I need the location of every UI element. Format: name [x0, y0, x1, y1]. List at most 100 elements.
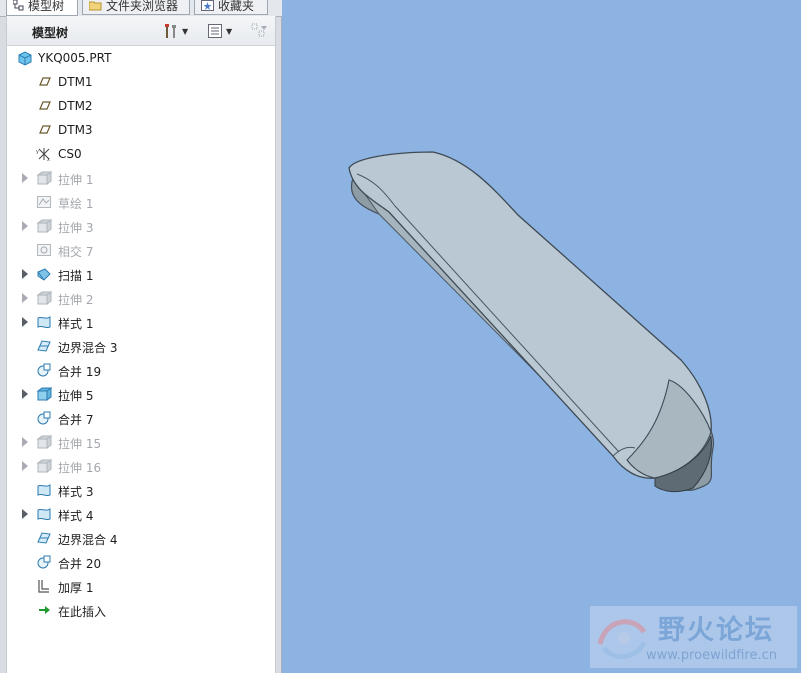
- tab-label: 收藏夹: [218, 0, 255, 13]
- show-options-button[interactable]: ▼: [207, 22, 232, 40]
- tree-item[interactable]: 拉伸 16: [7, 454, 275, 478]
- extrude-icon: [36, 171, 52, 185]
- navigator-tabs: 模型树 文件夹浏览器 收藏夹: [0, 0, 282, 17]
- tree-item[interactable]: 合并 7: [7, 406, 275, 430]
- tree-item[interactable]: 相交 7: [7, 238, 275, 262]
- expand-arrow-icon[interactable]: [22, 221, 28, 231]
- chevron-down-icon: ▼: [182, 26, 189, 36]
- tree-item-label: 边界混合 3: [58, 341, 118, 355]
- extrude-icon: [36, 219, 52, 233]
- insert-here-icon: [39, 606, 50, 614]
- tab-label: 文件夹浏览器: [106, 0, 179, 13]
- tree-item[interactable]: 样式 1: [7, 310, 275, 334]
- show-options-icon: [208, 24, 222, 38]
- watermark: 野火论坛 www.proewildfire.cn: [590, 606, 797, 668]
- watermark-title: 野火论坛: [658, 615, 774, 646]
- graphics-viewport[interactable]: [283, 0, 801, 673]
- tree-root[interactable]: YKQ005.PRT: [7, 46, 275, 70]
- tree-item[interactable]: 合并 19: [7, 358, 275, 382]
- tree-item-label: 样式 1: [58, 317, 94, 331]
- watermark-url: www.proewildfire.cn: [646, 648, 777, 663]
- expand-arrow-icon[interactable]: [22, 317, 28, 327]
- tree-item[interactable]: 拉伸 1: [7, 166, 275, 190]
- favorites-icon: [201, 0, 214, 11]
- expand-arrow-icon[interactable]: [22, 173, 28, 183]
- chevron-down-icon: ▼: [226, 26, 233, 36]
- tab-label: 模型树: [28, 0, 65, 13]
- expand-arrow-icon[interactable]: [22, 293, 28, 303]
- tab-model-tree[interactable]: 模型树: [6, 0, 78, 16]
- boundary-blend-icon: [37, 532, 51, 544]
- tree-item[interactable]: 合并 20: [7, 550, 275, 574]
- tree-item[interactable]: DTM2: [7, 94, 275, 118]
- sweep-icon: [37, 268, 51, 281]
- svg-text:x: x: [47, 157, 50, 162]
- settings-icon: [165, 24, 176, 38]
- model-tree-title: 模型树: [32, 26, 69, 40]
- tree-item[interactable]: 草绘 1: [7, 190, 275, 214]
- tree-item-label: 拉伸 1: [58, 173, 94, 187]
- style-icon: [37, 508, 51, 521]
- tree-item[interactable]: 边界混合 3: [7, 334, 275, 358]
- tree-item[interactable]: 边界混合 4: [7, 526, 275, 550]
- tree-item-label: 样式 4: [58, 509, 94, 523]
- extrude-icon: [36, 435, 52, 449]
- model-tree-header: 模型树 ▼ ▼: [7, 16, 275, 46]
- datum-plane-icon: [39, 77, 51, 86]
- tree-item-label: 扫描 1: [58, 269, 94, 283]
- expand-arrow-icon[interactable]: [22, 509, 28, 519]
- extrude-icon: [36, 387, 52, 401]
- expand-arrow-icon[interactable]: [22, 389, 28, 399]
- extrude-icon: [36, 291, 52, 305]
- tree-item-label: 草绘 1: [58, 197, 94, 211]
- tree-icon: [13, 0, 24, 11]
- svg-text:y: y: [36, 149, 39, 155]
- tree-item[interactable]: 加厚 1: [7, 574, 275, 598]
- filter-button[interactable]: [251, 22, 269, 40]
- tree-item[interactable]: DTM1: [7, 70, 275, 94]
- tree-item-label: 合并 20: [58, 557, 102, 571]
- filter-icon: [251, 23, 267, 37]
- part-icon: [18, 51, 32, 66]
- tree-item[interactable]: 拉伸 3: [7, 214, 275, 238]
- expand-arrow-icon[interactable]: [22, 437, 28, 447]
- merge-icon: [37, 363, 51, 377]
- tree-item[interactable]: y x CS0: [7, 142, 275, 166]
- style-icon: [37, 316, 51, 329]
- tree-item-label: 合并 7: [58, 413, 94, 427]
- tree-item[interactable]: 拉伸 2: [7, 286, 275, 310]
- tree-item-label: 拉伸 3: [58, 221, 94, 235]
- tree-item-label: CS0: [58, 147, 82, 161]
- tree-item-label: 在此插入: [58, 605, 107, 619]
- tree-item-label: 样式 3: [58, 485, 94, 499]
- boundary-blend-icon: [37, 340, 51, 352]
- expand-arrow-icon[interactable]: [22, 269, 28, 279]
- tree-item-label: 合并 19: [58, 365, 102, 379]
- tree-item[interactable]: 样式 4: [7, 502, 275, 526]
- expand-arrow-icon[interactable]: [22, 461, 28, 471]
- tree-item-label: 拉伸 15: [58, 437, 102, 451]
- tab-folder-browser[interactable]: 文件夹浏览器: [82, 0, 190, 15]
- coordinate-system-icon: yx: [36, 148, 50, 162]
- datum-plane-icon: [39, 101, 51, 110]
- tree-item[interactable]: 拉伸 5: [7, 382, 275, 406]
- navigator-panel: 模型树 文件夹浏览器 收藏夹 模型树 ▼ ▼ YKQ005.PRT DTM1 D…: [0, 0, 282, 673]
- thicken-icon: [38, 580, 49, 593]
- extrude-icon: [36, 459, 52, 473]
- model-tree-pane: 模型树 ▼ ▼ YKQ005.PRT DTM1 DTM2 DTM3 y x CS…: [6, 16, 276, 673]
- tree-item[interactable]: DTM3: [7, 118, 275, 142]
- watermark-logo-icon: [597, 619, 647, 659]
- tree-item-label: 拉伸 5: [58, 389, 94, 403]
- tab-favorites[interactable]: 收藏夹: [194, 0, 268, 15]
- tree-item-label: 拉伸 16: [58, 461, 102, 475]
- tree-item[interactable]: 拉伸 15: [7, 430, 275, 454]
- tree-item[interactable]: 样式 3: [7, 478, 275, 502]
- tree-root-label: YKQ005.PRT: [38, 51, 112, 65]
- folder-icon: [89, 1, 102, 10]
- settings-button[interactable]: ▼: [163, 22, 188, 40]
- tree-item-label: DTM2: [58, 99, 93, 113]
- tree-item[interactable]: 扫描 1: [7, 262, 275, 286]
- merge-icon: [37, 411, 51, 425]
- tree-item[interactable]: 在此插入: [7, 598, 275, 622]
- sketch-icon: [37, 196, 51, 208]
